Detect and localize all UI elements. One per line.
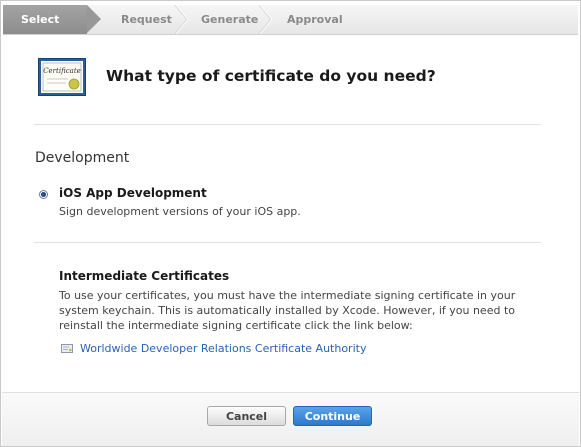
svg-text:Certificate: Certificate [43,67,81,75]
divider [34,124,541,125]
page-title: What type of certificate do you need? [106,67,436,85]
certificate-icon: Certificate [38,58,86,96]
step-generate: Generate [201,13,259,26]
step-request: Request [121,13,172,26]
step-approval: Approval [287,13,343,26]
intermediate-certificates-text: To use your certificates, you must have … [59,289,516,332]
certificate-wizard: Select Type Request Generate Approval Ce… [0,0,581,447]
wwdr-certificate-link[interactable]: Worldwide Developer Relations Certificat… [80,342,366,355]
chevron-separator-icon [174,5,189,34]
intermediate-certificates-heading: Intermediate Certificates [59,269,230,283]
option-description: Sign development versions of your iOS ap… [59,205,301,218]
continue-button[interactable]: Continue [293,406,372,426]
chevron-separator-icon [258,5,273,34]
divider [34,242,541,243]
step-progress-bar: Select Type Request Generate Approval [3,5,578,55]
step-select-type: Select Type [3,5,101,55]
certificate-file-icon [61,344,73,353]
cancel-button[interactable]: Cancel [207,406,286,426]
footer-bar [2,392,579,446]
option-title[interactable]: iOS App Development [59,186,207,200]
radio-ios-app-development[interactable] [39,190,48,199]
section-heading-development: Development [35,150,130,166]
